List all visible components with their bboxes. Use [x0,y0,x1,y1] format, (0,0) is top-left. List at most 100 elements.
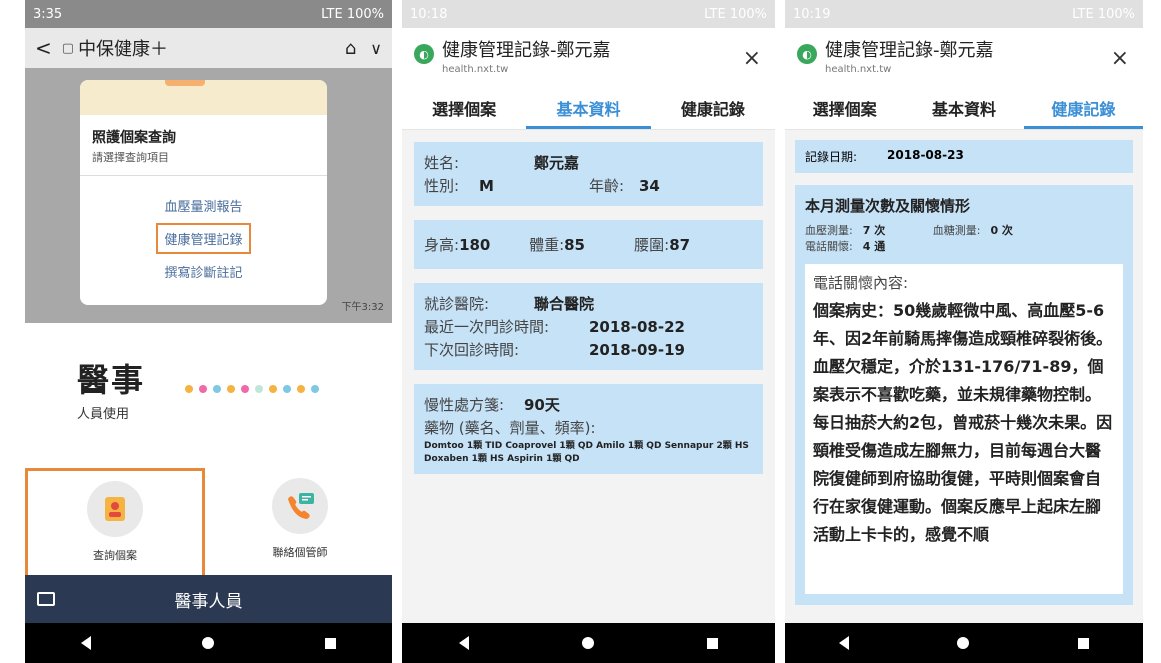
record-date-value: 2018-08-23 [887,148,964,162]
web-header: ◐ 健康管理記錄-鄭元嘉 health.nxt.tw × [785,28,1143,90]
bp-value: 7 次 [862,224,886,237]
weight-value: 85 [564,236,585,254]
web-header: ◐ 健康管理記錄-鄭元嘉 health.nxt.tw × [402,28,775,90]
phone-chat-icon [272,478,328,534]
age-value: 34 [639,177,660,195]
decor-dot [227,385,235,393]
sugar-value: 0 次 [990,224,1013,237]
name-label: 姓名: [424,154,460,172]
menu-contact-manager[interactable]: 聯絡個管師 [210,468,390,588]
keyboard-icon[interactable] [37,592,55,606]
phone-line-app: 3:35 LTE 100% < ▢ 中保健康＋ ⌂ ∨ 照護個案查詢 請選擇查詢… [25,0,392,663]
last-visit-value: 2018-08-22 [589,318,685,336]
status-time: 10:18 [410,6,448,22]
tab-select-case[interactable]: 選擇個案 [785,90,904,129]
sex-value: M [479,177,494,195]
android-nav-bar [785,623,1143,663]
decor-dot [297,385,305,393]
status-right: LTE 100% [704,6,767,22]
chevron-down-icon[interactable]: ∨ [370,39,382,58]
record-date-block: 記錄日期: 2018-08-23 [795,140,1133,173]
health-record-content: 記錄日期: 2018-08-23 本月測量次數及關懷情形 血壓測量: 7 次 血糖… [785,130,1143,653]
nav-back-icon[interactable] [80,636,91,650]
tab-health-record[interactable]: 健康記錄 [1023,90,1143,129]
sex-label: 性別: [424,177,460,195]
tab-basic-info[interactable]: 基本資料 [526,90,651,129]
nav-recent-icon[interactable] [1077,637,1089,649]
menu-query-case-label: 查詢個案 [93,549,137,562]
app-title: 中保健康＋ [78,39,169,60]
name-value: 鄭元嘉 [534,154,580,172]
waist-label: 腰圍: [634,236,670,254]
status-bar: 10:19 LTE 100% [785,0,1143,28]
decor-dot [283,385,291,393]
decor-dot [269,385,277,393]
card-title: 照護個案查詢 [92,130,176,146]
query-card: 照護個案查詢 請選擇查詢項目 血壓量測報告 健康管理記錄 撰寫診斷註記 [80,80,327,305]
card-divider [80,175,327,176]
chronic-label: 慢性處方箋: [424,396,505,414]
drugs-value: Domtoo 1顆 TID Coaprovel 1顆 QD Amilo 1顆 Q… [424,441,749,464]
close-icon[interactable]: × [1111,46,1129,71]
tab-select-case[interactable]: 選擇個案 [402,90,526,129]
height-label: 身高: [424,236,460,254]
nav-home-icon[interactable] [957,637,970,649]
brand-subtitle: 人員使用 [77,407,130,422]
tab-bar: 選擇個案 基本資料 健康記錄 [785,90,1143,130]
waist-value: 87 [669,236,691,254]
nav-recent-icon[interactable] [325,637,337,649]
drugs-label: 藥物 (藥名、劑量、頻率): [424,419,596,437]
nav-recent-icon[interactable] [707,637,719,649]
app-header: < ▢ 中保健康＋ ⌂ ∨ [25,28,392,68]
status-right: LTE 100% [1072,6,1135,22]
tab-basic-info[interactable]: 基本資料 [904,90,1023,129]
status-time: 3:35 [33,6,63,22]
record-date-label: 記錄日期: [805,150,858,164]
back-icon[interactable]: < [35,36,52,60]
tab-bar: 選擇個案 基本資料 健康記錄 [402,90,775,130]
status-time: 10:19 [793,6,831,22]
site-logo-icon: ◐ [414,44,434,64]
page-url: health.nxt.tw [442,64,509,75]
bottom-menu-bar[interactable]: 醫事人員 [25,575,392,623]
decor-dots [185,385,319,393]
basic-info-content: 姓名: 鄭元嘉 性別: M 年齡: 34 身高: 180 體重: 85 腰圍: 87 就診醫院… [402,130,775,653]
nav-back-icon[interactable] [839,636,850,650]
option-health-record-wrap: 健康管理記錄 [80,223,327,254]
next-visit-value: 2018-09-19 [589,341,685,359]
monthly-care-block: 本月測量次數及關懷情形 血壓測量: 7 次 血糖測量: 0 次 電話關懷: 4 通 電… [795,185,1133,605]
chronic-value: 90天 [524,396,560,414]
call-label: 電話關懷: [805,240,853,253]
call-value: 4 通 [862,240,886,253]
option-diagnosis-note[interactable]: 撰寫診斷註記 [80,262,327,281]
android-nav-bar [402,623,775,663]
card-banner [80,80,327,115]
meds-block: 慢性處方箋: 90天 藥物 (藥名、劑量、頻率): Domtoo 1顆 TID C… [414,384,763,474]
close-icon[interactable]: × [743,46,761,71]
next-visit-label: 下次回診時間: [424,341,520,359]
tab-health-record[interactable]: 健康記錄 [651,90,775,129]
care-notes-box: 電話關懷內容: 個案病史：50幾歲輕微中風、高血壓5-6年、因2年前騎馬摔傷造成… [805,264,1123,594]
page-title: 健康管理記錄-鄭元嘉 [825,40,994,61]
hospital-value: 聯合醫院 [534,295,595,313]
care-notes-label: 電話關懷內容: [813,274,909,292]
brand-block: 醫事 人員使用 [77,355,145,422]
card-subtitle: 請選擇查詢項目 [92,151,169,164]
android-nav-bar [25,623,392,663]
visit-block: 就診醫院: 聯合醫院 最近一次門診時間: 2018-08-22 下次回診時間: 201… [414,283,763,370]
nav-home-icon[interactable] [581,637,594,649]
menu-query-case[interactable]: 查詢個案 [25,468,205,588]
chat-area: 照護個案查詢 請選擇查詢項目 血壓量測報告 健康管理記錄 撰寫診斷註記 下午3:… [25,68,392,323]
shield-icon: ▢ [61,40,75,56]
option-health-record[interactable]: 健康管理記錄 [156,223,251,254]
chat-time: 下午3:32 [341,302,384,313]
hospital-label: 就診醫院: [424,295,490,313]
decor-dot [185,385,193,393]
page-url: health.nxt.tw [825,64,892,75]
home-icon[interactable]: ⌂ [345,38,356,59]
section-title: 本月測量次數及關懷情形 [805,197,971,215]
nav-home-icon[interactable] [201,637,214,649]
decor-dot [213,385,221,393]
option-bp-report[interactable]: 血壓量測報告 [80,196,327,215]
nav-back-icon[interactable] [458,636,469,650]
